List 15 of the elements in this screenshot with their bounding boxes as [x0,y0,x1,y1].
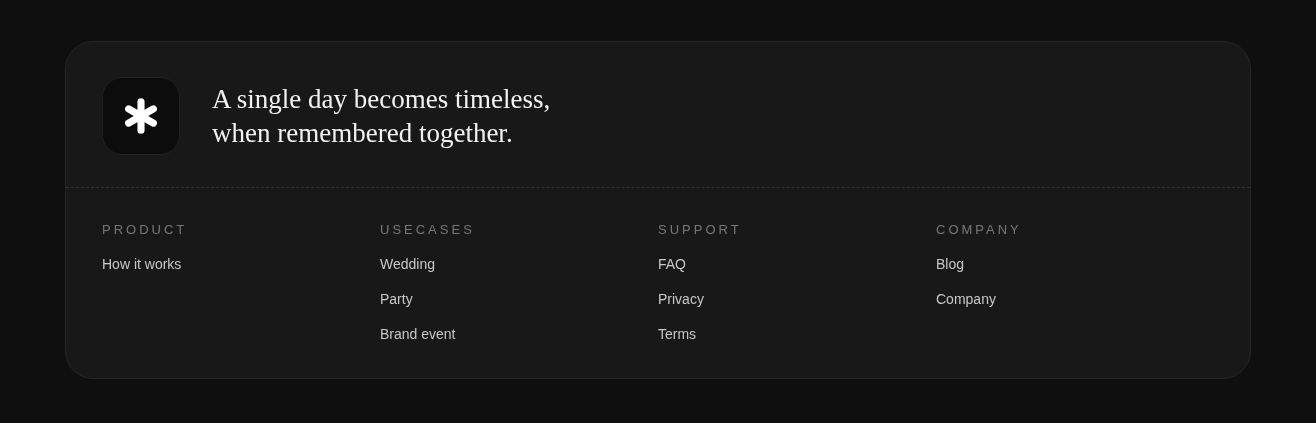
column-heading: PRODUCT [102,221,189,239]
column-heading: COMPANY [936,221,1023,239]
footer-link[interactable]: Terms [658,325,697,343]
column-heading: USECASES [380,221,476,239]
column-heading: SUPPORT [658,221,743,239]
footer-link[interactable]: FAQ [658,255,686,273]
footer-link[interactable]: Party [380,290,413,308]
footer-link[interactable]: Brand event [380,325,456,343]
footer-link[interactable]: Blog [936,255,965,273]
logo-icon [102,77,180,155]
footer-link[interactable]: Wedding [380,255,435,273]
footer-link[interactable]: How it works [102,255,182,273]
tagline: A single day becomes timeless, when remembered together. [212,83,551,150]
footer-link[interactable]: Privacy [658,290,704,308]
footer-link[interactable]: Company [936,290,996,308]
